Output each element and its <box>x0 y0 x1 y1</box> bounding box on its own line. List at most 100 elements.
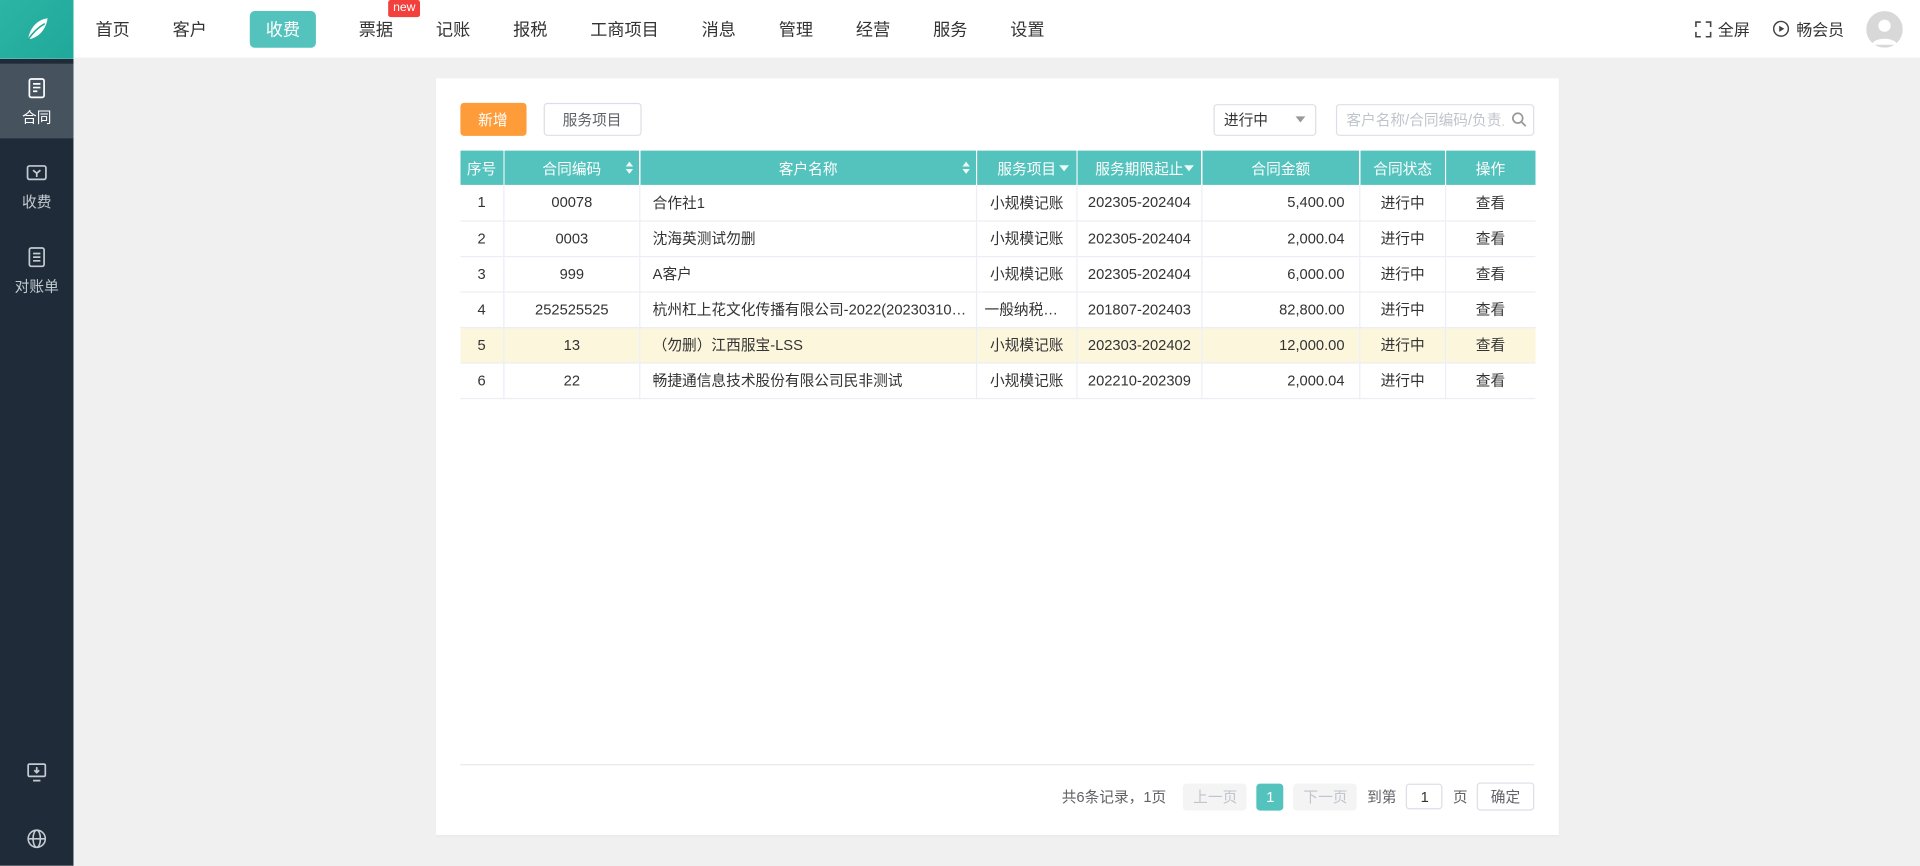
cell-code: 0003 <box>503 220 641 257</box>
view-link[interactable]: 查看 <box>1476 301 1505 318</box>
logo[interactable] <box>0 0 74 59</box>
column-header: 合同状态 <box>1359 150 1447 185</box>
cell-customer: （勿删）江西服宝-LSS <box>639 326 978 364</box>
next-page-button[interactable]: 下一页 <box>1293 783 1358 811</box>
column-header[interactable]: 服务期限起止 <box>1076 150 1203 185</box>
nav-item-label: 设置 <box>1010 18 1045 39</box>
nav-item-invoices[interactable]: 票据 new <box>359 0 421 47</box>
cell-customer: 畅捷通信息技术股份有限公司民非测试 <box>639 362 978 399</box>
fullscreen-button[interactable]: 全屏 <box>1695 17 1750 40</box>
goto-page-input[interactable] <box>1406 783 1444 810</box>
nav-item-label: 报税 <box>513 18 548 39</box>
view-link[interactable]: 查看 <box>1476 194 1505 211</box>
cell-period: 202305-202404 <box>1076 220 1203 257</box>
nav-item-tax-filing[interactable]: 报税 <box>513 10 547 47</box>
cell-customer: 合作社1 <box>639 184 978 222</box>
app: 首页 客户 收费 票据 new 记账 报税 工商项目 消息 管理 经营 服务 设置 全屏 畅会员 <box>0 0 1920 866</box>
view-link[interactable]: 查看 <box>1476 266 1505 283</box>
cell-status: 进行中 <box>1359 220 1447 257</box>
cell-period: 201807-202403 <box>1076 291 1203 328</box>
fullscreen-label: 全屏 <box>1717 20 1750 40</box>
cell-service: 小规模记账 <box>976 220 1078 257</box>
view-link[interactable]: 查看 <box>1476 372 1505 389</box>
logo-feather-icon <box>20 12 54 46</box>
nav-item-label: 服务 <box>933 18 968 39</box>
cell-code: 13 <box>503 326 641 364</box>
cell-status: 进行中 <box>1359 255 1447 293</box>
column-header[interactable]: 服务项目 <box>976 150 1078 185</box>
cell-code: 252525525 <box>503 291 641 328</box>
nav-item-bookkeeping[interactable]: 记账 <box>436 10 470 47</box>
table-row: 1 00078 合作社1 小规模记账 202305-202404 5,400.00 进行中 查… <box>459 184 1535 222</box>
service-items-button[interactable]: 服务项目 <box>543 102 642 136</box>
cell-no: 2 <box>459 220 505 257</box>
cell-amount: 12,000.00 <box>1201 326 1361 364</box>
filter-caret-icon[interactable] <box>1059 165 1069 172</box>
column-label: 服务项目 <box>997 159 1057 177</box>
confirm-button[interactable]: 确定 <box>1477 782 1534 811</box>
cell-code: 22 <box>503 362 641 399</box>
cell-service: 小规模记账 <box>976 255 1078 293</box>
cell-amount: 5,400.00 <box>1201 184 1361 222</box>
main-content: 新增 服务项目 进行中 客户名称/合同编码/负责人 序号 合同编码 客户名称 服… <box>73 59 1920 866</box>
nav-item-customers[interactable]: 客户 <box>173 10 207 47</box>
status-filter-value: 进行中 <box>1223 111 1268 129</box>
cell-no: 3 <box>459 255 505 293</box>
avatar[interactable] <box>1866 10 1903 48</box>
nav-item-management[interactable]: 管理 <box>779 10 813 47</box>
member-button[interactable]: 畅会员 <box>1772 17 1844 40</box>
new-badge: new <box>388 0 421 17</box>
cell-customer: A客户 <box>639 255 978 293</box>
client-download-icon[interactable] <box>24 760 48 784</box>
sidebar-item-fees[interactable]: 收费 <box>0 148 73 223</box>
nav-item-settings[interactable]: 设置 <box>1010 10 1044 47</box>
column-header[interactable]: 合同编码 <box>503 150 641 185</box>
sidebar-item-statement[interactable]: 对账单 <box>0 233 73 308</box>
cell-amount: 6,000.00 <box>1201 255 1361 293</box>
cell-action: 查看 <box>1445 184 1535 222</box>
cell-action: 查看 <box>1445 326 1535 364</box>
column-header: 操作 <box>1445 150 1535 185</box>
column-header[interactable]: 客户名称 <box>639 150 978 185</box>
top-nav: 首页 客户 收费 票据 new 记账 报税 工商项目 消息 管理 经营 服务 设置 <box>96 0 1045 48</box>
member-label: 畅会员 <box>1796 20 1845 40</box>
column-header: 合同金额 <box>1201 150 1361 185</box>
nav-item-operations[interactable]: 经营 <box>856 10 890 47</box>
nav-item-services[interactable]: 服务 <box>933 10 967 47</box>
cell-amount: 2,000.04 <box>1201 220 1361 257</box>
nav-item-business-projects[interactable]: 工商项目 <box>590 10 659 47</box>
globe-icon[interactable] <box>24 827 48 851</box>
nav-item-label: 管理 <box>778 18 814 39</box>
column-header: 序号 <box>459 150 505 185</box>
goto-suffix-label: 页 <box>1452 788 1468 806</box>
nav-item-home[interactable]: 首页 <box>96 10 130 47</box>
view-link[interactable]: 查看 <box>1476 230 1505 247</box>
search-icon[interactable] <box>1510 111 1526 127</box>
sidebar-bottom <box>0 760 73 865</box>
sort-icons[interactable] <box>962 161 970 174</box>
toolbar: 新增 服务项目 进行中 <box>459 102 1534 136</box>
sidebar-item-contract[interactable]: 合同 <box>0 63 74 139</box>
prev-page-button[interactable]: 上一页 <box>1183 783 1248 811</box>
table-body: 1 00078 合作社1 小规模记账 202305-202404 5,400.00 进行中查… <box>459 184 1535 399</box>
sort-icons[interactable] <box>625 161 634 174</box>
nav-item-fees[interactable]: 收费 <box>249 10 316 48</box>
contracts-table: 序号 合同编码 客户名称 服务项目 服务期限起止 合同金额 合同状态 操作 1 00078 合作社… <box>459 150 1535 399</box>
cell-code: 999 <box>503 255 641 293</box>
table-header-row: 序号 合同编码 客户名称 服务项目 服务期限起止 合同金额 合同状态 操作 <box>459 150 1535 185</box>
column-label: 合同编码 <box>542 159 602 177</box>
contracts-card: 新增 服务项目 进行中 客户名称/合同编码/负责人 序号 合同编码 客户名称 服… <box>435 78 1559 836</box>
cell-customer: 沈海英测试勿删 <box>639 220 978 257</box>
nav-item-messages[interactable]: 消息 <box>702 10 736 47</box>
add-button[interactable]: 新增 <box>459 102 526 136</box>
page-1-button[interactable]: 1 <box>1256 783 1284 811</box>
search-input[interactable] <box>1335 103 1534 136</box>
toolbar-right: 进行中 <box>1212 103 1534 136</box>
filter-caret-icon[interactable] <box>1184 165 1194 172</box>
cell-code: 00078 <box>503 184 641 222</box>
cell-customer: 杭州杠上花文化传播有限公司-2022(202303101304... <box>639 291 978 328</box>
table-row: 5 13 （勿删）江西服宝-LSS 小规模记账 202303-202402 12,000.… <box>459 326 1535 364</box>
view-link[interactable]: 查看 <box>1476 337 1505 354</box>
status-filter-select[interactable]: 进行中 <box>1212 103 1316 136</box>
cell-no: 1 <box>459 184 505 222</box>
